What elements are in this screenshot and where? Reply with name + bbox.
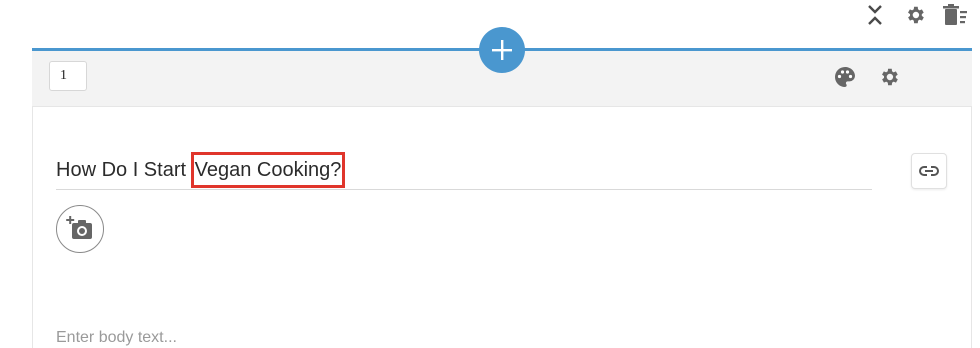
- plus-icon: [492, 40, 512, 60]
- body-text-placeholder[interactable]: Enter body text...: [56, 329, 177, 347]
- block-content: How Do I Start Vegan Cooking? Enter body…: [32, 107, 972, 348]
- title-text: How Do I Start: [56, 159, 192, 181]
- content-block: How Do I Start Vegan Cooking? Enter body…: [32, 27, 972, 348]
- link-button[interactable]: [911, 153, 947, 189]
- block-toolbar-icons: [832, 64, 902, 90]
- title-input[interactable]: How Do I Start Vegan Cooking?: [56, 151, 872, 190]
- palette-icon[interactable]: [832, 64, 858, 90]
- block-order-input[interactable]: [49, 61, 87, 91]
- top-toolbar: [862, 2, 968, 28]
- title-highlight: Vegan Cooking?: [190, 152, 346, 188]
- add-block-button[interactable]: [479, 27, 525, 73]
- link-icon: [919, 166, 939, 176]
- collapse-expand-icon[interactable]: [862, 2, 888, 28]
- block-settings-gear-icon[interactable]: [876, 64, 902, 90]
- gear-icon[interactable]: [902, 2, 928, 28]
- add-photo-icon: [66, 216, 92, 239]
- add-image-button[interactable]: [56, 205, 104, 253]
- trash-menu-icon[interactable]: [942, 2, 968, 28]
